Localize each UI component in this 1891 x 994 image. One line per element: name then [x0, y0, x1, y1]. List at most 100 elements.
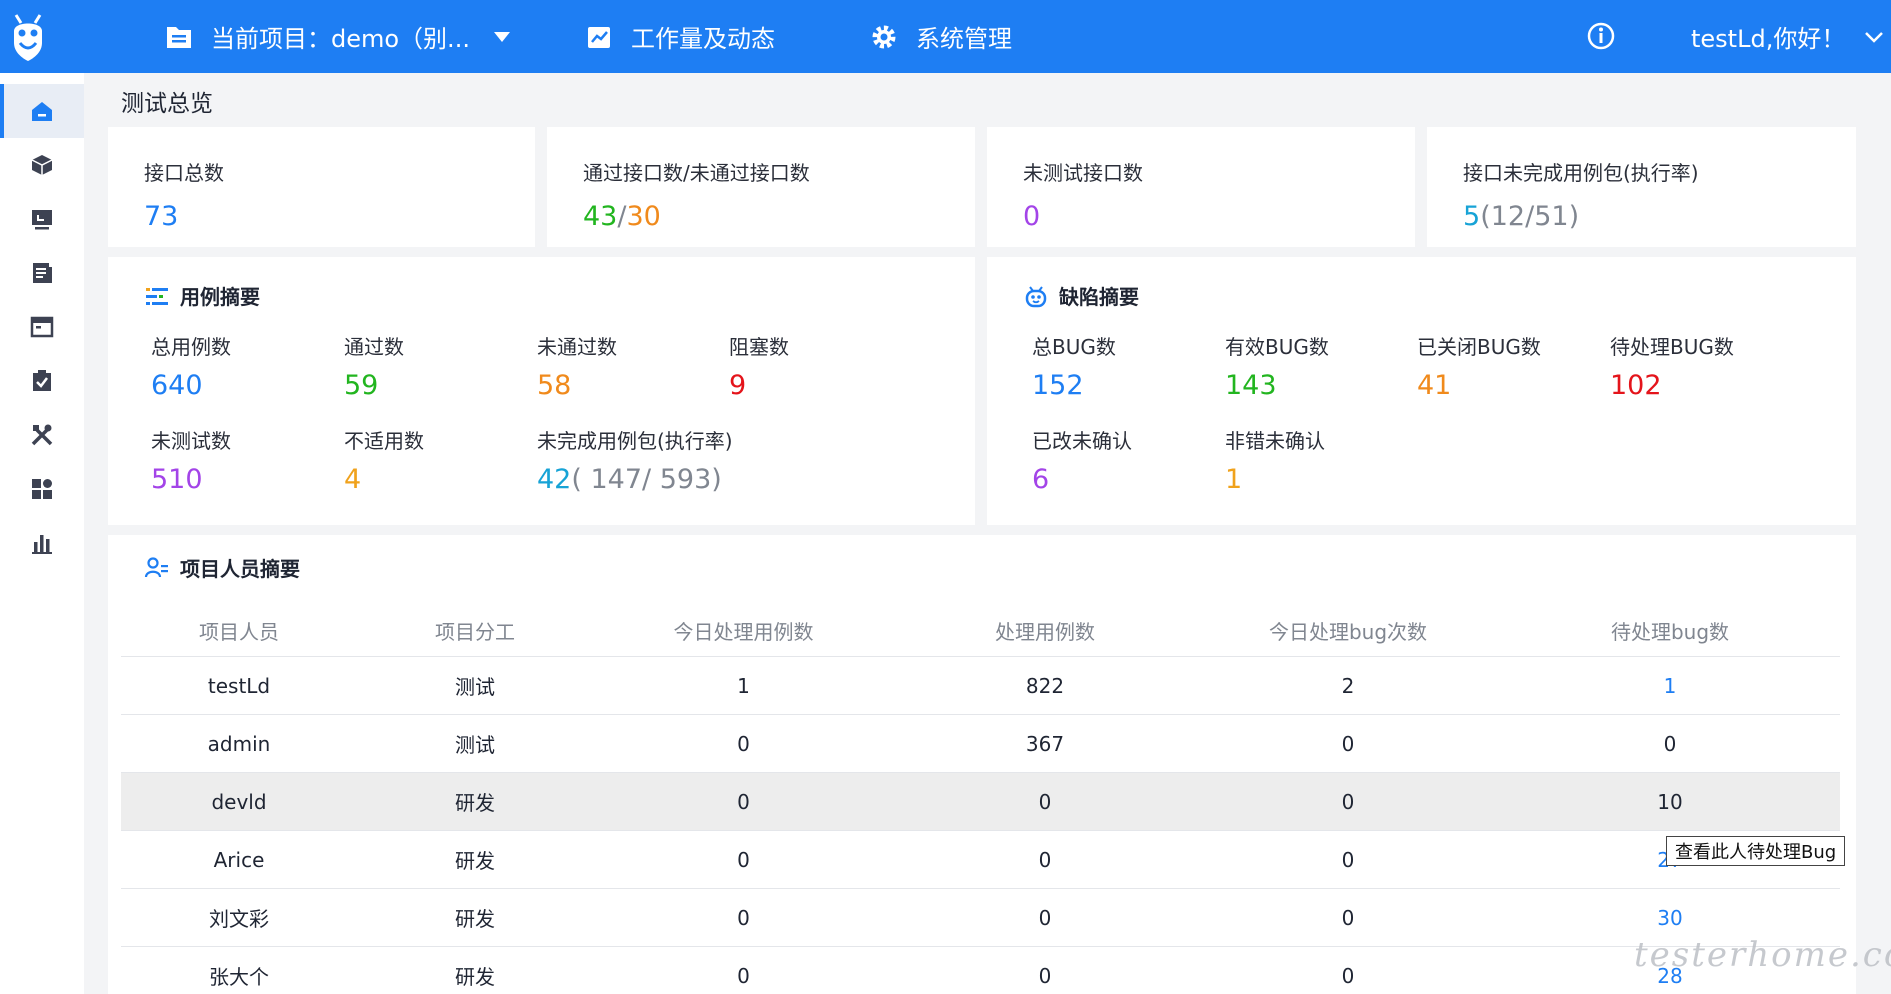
bug-summary-card: 缺陷摘要 总BUG数 152 有效BUG数 143 已关闭BUG数 41 待处理… [987, 257, 1856, 525]
metric-untested: 未测试数 510 [151, 425, 231, 495]
clipboard-check-icon [33, 370, 51, 391]
table-row: 张大个 研发 0 0 0 28 [121, 947, 1840, 994]
user-menu[interactable]: testLd,你好！ [1691, 0, 1885, 73]
gear-icon [870, 23, 898, 51]
cases: 0 [1038, 789, 1052, 814]
bug-summary-header: 缺陷摘要 [1023, 281, 1139, 310]
metric-value[interactable]: 59 [344, 370, 404, 401]
metric-label: 已关闭BUG数 [1417, 335, 1541, 359]
monitor-icon [32, 210, 52, 230]
member-role: 研发 [455, 791, 495, 815]
today-bugs: 0 [1341, 847, 1355, 872]
stat-label: 接口未完成用例包(执行率) [1463, 161, 1699, 185]
done-count: 12 [1490, 201, 1526, 232]
list-settings-icon [146, 287, 168, 305]
project-selector[interactable]: 当前项目：demo（别... [165, 0, 510, 73]
metric-value[interactable]: 9 [729, 370, 789, 401]
cases: 367 [1025, 731, 1065, 756]
metric-failed: 未通过数 58 [537, 331, 617, 401]
metric-value[interactable]: 102 [1610, 370, 1734, 401]
col-header-today-cases: 今日处理用例数 [673, 620, 814, 644]
cube-icon [31, 155, 53, 175]
sidebar-item-document[interactable] [0, 246, 84, 300]
case-summary-header: 用例摘要 [144, 281, 260, 310]
user-greeting: testLd,你好！ [1691, 25, 1846, 53]
pending-bugs-link[interactable]: 1 [1500, 657, 1840, 714]
pending-bugs-link[interactable]: 10 [1500, 773, 1840, 830]
metric-value[interactable]: 41 [1417, 370, 1541, 401]
watermark: testerhome.com [1634, 935, 1891, 975]
close-paren: ) [1568, 201, 1580, 232]
col-header-member: 项目人员 [199, 620, 279, 644]
metric-label: 未通过数 [537, 335, 617, 359]
sidebar-item-home[interactable] [0, 84, 84, 138]
member-role: 测试 [455, 733, 495, 757]
metric-fixed-unconfirmed: 已改未确认 6 [1032, 425, 1132, 495]
metric-label: 未完成用例包(执行率) [537, 429, 733, 453]
today-cases: 0 [737, 789, 750, 814]
metric-value[interactable]: 152 [1032, 370, 1116, 401]
metric-value[interactable]: 510 [151, 464, 231, 495]
sidebar-item-reports[interactable] [0, 516, 84, 570]
pkg-count[interactable]: 42 [537, 464, 571, 495]
sidebar-item-tasks[interactable] [0, 354, 84, 408]
member-name: devld [211, 789, 267, 814]
sidebar-item-cube[interactable] [0, 138, 84, 192]
project-list-icon [165, 23, 193, 51]
people-summary-title: 项目人员摘要 [180, 557, 300, 581]
document-icon [33, 263, 52, 283]
stat-card-total-api: 接口总数 73 [108, 127, 535, 247]
table-header: 项目人员 项目分工 今日处理用例数 处理用例数 今日处理bug次数 待处理bug… [121, 605, 1840, 657]
metric-label: 有效BUG数 [1225, 335, 1329, 359]
metric-label: 已改未确认 [1032, 429, 1132, 453]
today-bugs: 0 [1341, 789, 1355, 814]
team-users-icon [144, 556, 168, 577]
stat-label: 通过接口数/未通过接口数 [583, 161, 810, 185]
nav-workload-label: 工作量及动态 [631, 25, 775, 53]
col-header-role: 项目分工 [435, 620, 515, 644]
metric-label: 总用例数 [151, 335, 231, 359]
pkg-count[interactable]: 5 [1463, 201, 1480, 232]
help-icon[interactable] [1586, 21, 1616, 51]
metric-value[interactable]: 1 [1225, 464, 1325, 495]
metric-value[interactable]: 4 [344, 464, 424, 495]
nav-workload[interactable]: 工作量及动态 [585, 0, 775, 73]
sidebar-item-dashboard[interactable] [0, 462, 84, 516]
total-count: 51 [1534, 201, 1569, 232]
metric-not-applicable: 不适用数 4 [344, 425, 424, 495]
people-summary-header: 项目人员摘要 [144, 553, 300, 582]
metric-value[interactable]: 6 [1032, 464, 1132, 495]
nav-system[interactable]: 系统管理 [870, 0, 1012, 73]
sidebar-item-window[interactable] [0, 300, 84, 354]
sidebar-item-monitor[interactable] [0, 192, 84, 246]
member-role: 研发 [455, 849, 495, 873]
stat-card-pass-fail: 通过接口数/未通过接口数 43/30 [547, 127, 975, 247]
stat-value[interactable]: 0 [1023, 201, 1040, 232]
metric-passed: 通过数 59 [344, 331, 404, 401]
chart-icon [585, 23, 613, 51]
metric-closed-bugs: 已关闭BUG数 41 [1417, 331, 1541, 401]
fail-count[interactable]: 30 [626, 201, 660, 232]
top-navbar: 当前项目：demo（别... 工作量及动态 系统管理 testLd,你好！ [0, 0, 1891, 73]
open-paren: ( [571, 464, 582, 495]
member-role: 研发 [455, 907, 495, 931]
stat-value: 5(12/51) [1463, 201, 1579, 232]
metric-notbug-unconfirmed: 非错未确认 1 [1225, 425, 1325, 495]
metric-label: 通过数 [344, 335, 404, 359]
pass-count[interactable]: 43 [583, 201, 617, 232]
metric-value[interactable]: 143 [1225, 370, 1329, 401]
logo-bug-icon[interactable] [8, 9, 48, 63]
metric-value: 42( 147/ 593) [537, 464, 733, 495]
table-row: Arice 研发 0 0 0 27 [121, 831, 1840, 889]
today-cases: 0 [737, 847, 750, 872]
metric-valid-bugs: 有效BUG数 143 [1225, 331, 1329, 401]
member-name: 刘文彩 [209, 907, 269, 931]
bug-icon [1025, 285, 1047, 307]
metric-value[interactable]: 58 [537, 370, 617, 401]
cases: 0 [1038, 905, 1052, 930]
col-header-cases: 处理用例数 [995, 620, 1095, 644]
stat-value[interactable]: 73 [144, 201, 178, 232]
metric-value[interactable]: 640 [151, 370, 231, 401]
project-label: 当前项目：demo（别... [211, 25, 470, 53]
sidebar-item-tools[interactable] [0, 408, 84, 462]
